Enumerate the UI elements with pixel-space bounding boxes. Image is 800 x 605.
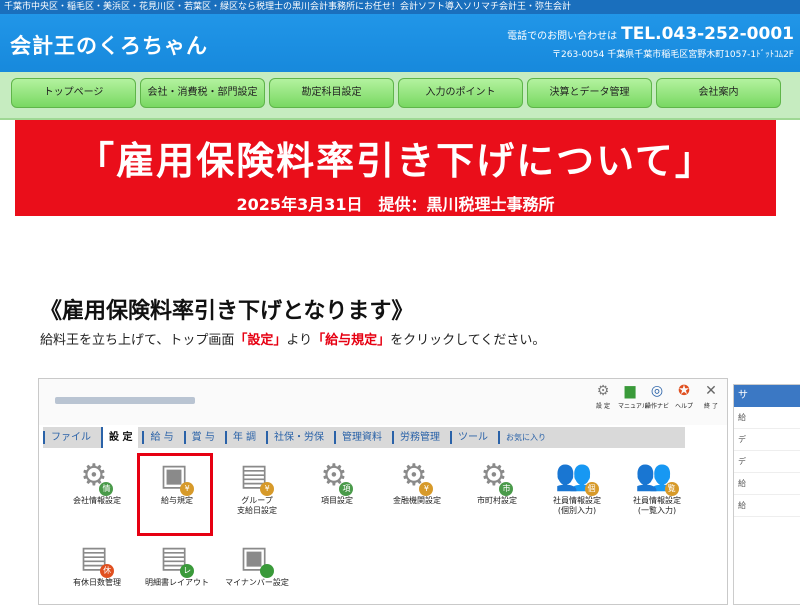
site-header: 会計王のくろちゃん 電話でのお問い合わせは TEL.043-252-0001 〒2… — [0, 14, 800, 72]
side-panel-header: サ — [734, 385, 800, 407]
payroll-rules-highlight — [137, 453, 213, 536]
section-title: 《雇用保険料率引き下げとなります》 — [40, 299, 414, 324]
icon-label: 市町村設定 — [477, 496, 517, 505]
contact-label: 電話でのお問い合わせは — [507, 31, 618, 42]
menu-tab-9[interactable]: お気に入り — [498, 431, 552, 444]
toolbar-lifebuoy-button[interactable]: ✪ ヘルプ — [672, 383, 696, 410]
side-panel-row[interactable]: デ — [734, 429, 800, 451]
instruction-post: をクリックしてください。 — [390, 333, 546, 348]
bank-settings-icon: ⚙¥ — [375, 456, 459, 496]
company-settings-icon: ⚙情 — [55, 456, 139, 496]
paid-leave-icon: ▤休 — [55, 538, 139, 578]
lifebuoy-icon: ✪ — [678, 383, 690, 399]
company-settings-button[interactable]: ⚙情 会社情報設定 — [55, 456, 139, 506]
icon-label: 金融機関設定 — [393, 496, 441, 505]
menu-tab-7[interactable]: 労務管理 — [392, 431, 446, 444]
gear-icon: ⚙ — [596, 383, 610, 399]
menu-tab-5[interactable]: 社保・労保 — [266, 431, 330, 444]
book-icon: ▆ — [624, 383, 636, 399]
app-titlebar: ⚙ 設 定 ▆ マニュアル ◎ 操作ナビ ✪ ヘルプ ✕ 終 了 — [39, 379, 727, 425]
icon-label: グループ 支給日設定 — [237, 496, 277, 515]
instruction-payroll-rules: 「給与規定」 — [312, 333, 391, 348]
nav-account-settings[interactable]: 勘定科目設定 — [269, 78, 394, 108]
menu-tab-8[interactable]: ツール — [450, 431, 494, 444]
banner-title: 「雇用保険料率引き下げについて」 — [76, 139, 715, 183]
top-info-bar: 千葉市中央区・稲毛区・美浜区・花見川区・若葉区・緑区なら税理士の黒川会計事務所に… — [0, 0, 800, 14]
group-payday-button[interactable]: ▤¥ グループ 支給日設定 — [215, 456, 299, 516]
side-panel: サ 給デデ給給 — [733, 384, 800, 605]
nav-company-info[interactable]: 会社案内 — [656, 78, 781, 108]
statement-layout-icon: ▤レ — [135, 538, 219, 578]
side-panel-row[interactable]: デ — [734, 451, 800, 473]
employee-individual-icon: 👥個 — [535, 456, 619, 496]
icon-label: 社員情報設定 (個別入力) — [553, 496, 601, 515]
contact-info: 電話でのお問い合わせは TEL.043-252-0001 〒263-0054 千葉… — [507, 24, 794, 60]
mynumber-icon: ▣ — [215, 538, 299, 578]
statement-layout-button[interactable]: ▤レ 明細書レイアウト — [135, 538, 219, 588]
icon-label: 社員情報設定 (一覧入力) — [633, 496, 681, 515]
toolbar-label: マニュアル — [618, 403, 648, 410]
phone-number[interactable]: TEL.043-252-0001 — [621, 24, 794, 44]
instruction-pre: 給料王を立ち上げて、トップ画面 — [40, 333, 235, 348]
title-banner: 「雇用保険料率引き下げについて」 2025年3月31日 提供：黒川税理士事務所 — [15, 120, 776, 216]
toolbar-label: 終 了 — [704, 403, 718, 410]
employee-list-button[interactable]: 👥覧 社員情報設定 (一覧入力) — [615, 456, 699, 516]
nav-top-page[interactable]: トップページ — [11, 78, 136, 108]
icon-label: マイナンバー設定 — [225, 578, 289, 587]
site-logo[interactable]: 会計王のくろちゃん — [10, 30, 208, 60]
paid-leave-button[interactable]: ▤休 有休日数管理 — [55, 538, 139, 588]
nav-closing-data[interactable]: 決算とデータ管理 — [527, 78, 652, 108]
banner-subtitle: 2025年3月31日 提供：黒川税理士事務所 — [236, 195, 555, 214]
menu-tab-1[interactable]: 設 定 — [101, 427, 139, 448]
blurred-window-title — [55, 397, 195, 404]
icon-label: 項目設定 — [321, 496, 353, 505]
toolbar-close-button[interactable]: ✕ 終 了 — [699, 383, 723, 410]
icon-label: 有休日数管理 — [73, 578, 121, 587]
icon-label: 会社情報設定 — [73, 496, 121, 505]
nav-company-tax-settings[interactable]: 会社・消費税・部門設定 — [140, 78, 265, 108]
icon-label: 明細書レイアウト — [145, 578, 209, 587]
toolbar-book-button[interactable]: ▆ マニュアル — [618, 383, 648, 410]
toolbar-label: 操作ナビ — [645, 403, 670, 410]
menu-tab-6[interactable]: 管理資料 — [334, 431, 388, 444]
menu-tab-3[interactable]: 賞 与 — [183, 431, 221, 444]
toolbar-gear-button[interactable]: ⚙ 設 定 — [591, 383, 615, 410]
nav-input-points[interactable]: 入力のポイント — [398, 78, 523, 108]
menu-tab-2[interactable]: 給 与 — [142, 431, 179, 444]
toolbar-compass-button[interactable]: ◎ 操作ナビ — [645, 383, 669, 410]
instruction-settings: 「設定」 — [234, 333, 287, 348]
group-payday-icon: ▤¥ — [215, 456, 299, 496]
menu-tab-0[interactable]: ファイル — [43, 431, 97, 444]
compass-icon: ◎ — [650, 383, 664, 399]
item-settings-icon: ⚙項 — [295, 456, 379, 496]
municipality-settings-button[interactable]: ⚙市 市町村設定 — [455, 456, 539, 506]
mynumber-button[interactable]: ▣ マイナンバー設定 — [215, 538, 299, 588]
instruction-mid: より — [286, 333, 313, 348]
side-panel-row[interactable]: 給 — [734, 495, 800, 517]
employee-individual-button[interactable]: 👥個 社員情報設定 (個別入力) — [535, 456, 619, 516]
item-settings-button[interactable]: ⚙項 項目設定 — [295, 456, 379, 506]
side-panel-row[interactable]: 給 — [734, 473, 800, 495]
app-toolbar: ⚙ 設 定 ▆ マニュアル ◎ 操作ナビ ✪ ヘルプ ✕ 終 了 — [591, 383, 723, 410]
app-screenshot: ⚙ 設 定 ▆ マニュアル ◎ 操作ナビ ✪ ヘルプ ✕ 終 了 ファイル設 定給 与賞 与年 調… — [38, 378, 728, 605]
close-icon: ✕ — [705, 383, 717, 399]
menu-tab-4[interactable]: 年 調 — [224, 431, 262, 444]
side-panel-row[interactable]: 給 — [734, 407, 800, 429]
instruction-text: 給料王を立ち上げて、トップ画面「設定」より「給与規定」をクリックしてください。 — [40, 329, 545, 348]
address: 〒263-0054 千葉県千葉市稲毛区宮野木町1057-1ﾄﾞｯﾄｺﾑ2F — [552, 50, 794, 60]
toolbar-label: ヘルプ — [674, 403, 693, 410]
municipality-settings-icon: ⚙市 — [455, 456, 539, 496]
app-menubar: ファイル設 定給 与賞 与年 調社保・労保 管理資料 労務管理 ツール お気に入り — [43, 427, 685, 448]
bank-settings-button[interactable]: ⚙¥ 金融機関設定 — [375, 456, 459, 506]
employee-list-icon: 👥覧 — [615, 456, 699, 496]
main-nav: トップページ 会社・消費税・部門設定 勘定科目設定 入力のポイント 決算とデータ… — [0, 72, 800, 120]
toolbar-label: 設 定 — [596, 403, 610, 410]
